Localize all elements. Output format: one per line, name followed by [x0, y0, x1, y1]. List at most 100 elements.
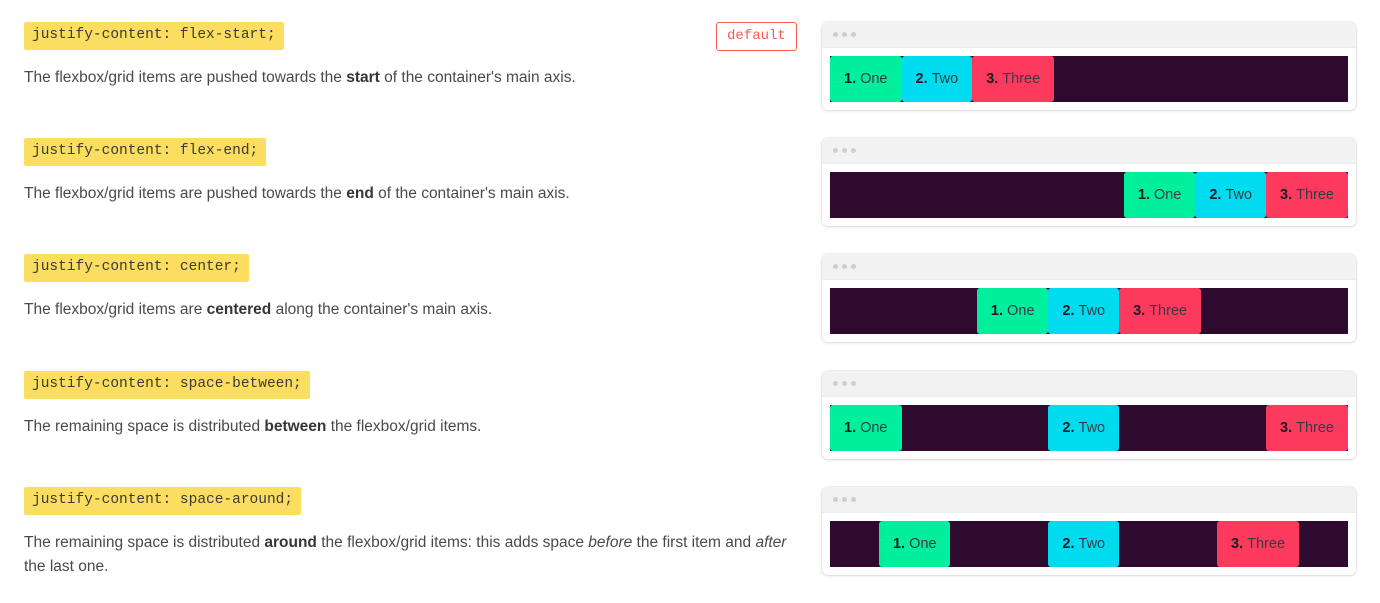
- flex-item-1: 1. One: [830, 56, 902, 102]
- panel-body: 1. One 2. Two 3. Three: [822, 164, 1356, 226]
- flex-container-space-between: 1. One 2. Two 3. Three: [830, 405, 1348, 451]
- description-fragment: of the container's main axis.: [373, 184, 570, 202]
- flex-item-number: 2.: [1062, 303, 1075, 319]
- section-text-column: justify-content: flex-start; default The f…: [0, 22, 800, 105]
- flex-item-number: 3.: [1133, 303, 1146, 319]
- flex-item-2: 2. Two: [1048, 405, 1120, 451]
- flex-item-number: 2.: [915, 71, 928, 87]
- description-fragment: between: [264, 417, 327, 435]
- justify-content-section-flex-start: justify-content: flex-start; default The f…: [0, 22, 1380, 110]
- window-dot-icon: [833, 264, 838, 269]
- flex-item-2: 2. Two: [1048, 288, 1120, 334]
- window-dot-icon: [833, 32, 838, 37]
- flex-item-number: 2.: [1062, 536, 1075, 552]
- flex-item-1: 1. One: [830, 405, 902, 451]
- panel-titlebar: [822, 254, 1356, 280]
- panel-body: 1. One 2. Two 3. Three: [822, 280, 1356, 342]
- window-dot-icon: [851, 148, 856, 153]
- description-fragment: centered: [206, 300, 272, 318]
- flex-item-number: 3.: [1280, 187, 1293, 203]
- flex-container-flex-end: 1. One 2. Two 3. Three: [830, 172, 1348, 218]
- code-snippet-space-between: justify-content: space-between;: [24, 371, 310, 399]
- window-dot-icon: [833, 381, 838, 386]
- description-fragment: the first item and: [632, 533, 756, 551]
- demo-panel: 1. One 2. Two 3. Three: [822, 487, 1356, 575]
- description-fragment: The flexbox/grid items are: [24, 300, 207, 318]
- section-text-column: justify-content: center; The flexbox/grid…: [0, 254, 800, 337]
- flex-item-1: 1. One: [878, 521, 951, 567]
- description-fragment: of the container's main axis.: [379, 68, 576, 86]
- description-fragment: around: [264, 533, 317, 551]
- section-text-column: justify-content: space-between; The remai…: [0, 371, 800, 454]
- flex-item-number: 1.: [844, 71, 857, 87]
- flex-item-1: 1. One: [976, 288, 1049, 334]
- flex-item-number: 2.: [1209, 187, 1222, 203]
- flex-item-label: Three: [1296, 420, 1334, 436]
- flex-item-2: 2. Two: [901, 56, 973, 102]
- description-fragment: end: [346, 184, 374, 202]
- flex-item-1: 1. One: [1123, 172, 1196, 218]
- panel-titlebar: [822, 487, 1356, 513]
- demo-panel-wrapper-center: 1. One 2. Two 3. Three: [822, 254, 1356, 342]
- section-description-space-between: The remaining space is distributed betwe…: [24, 415, 790, 439]
- window-dot-icon: [842, 148, 847, 153]
- section-description-center: The flexbox/grid items are centered alon…: [24, 298, 790, 322]
- description-fragment: along the container's main axis.: [271, 300, 493, 318]
- justify-content-section-center: justify-content: center; The flexbox/grid…: [0, 254, 1380, 342]
- window-dot-icon: [842, 497, 847, 502]
- section-description-flex-end: The flexbox/grid items are pushed toward…: [24, 182, 790, 206]
- flex-item-label: Two: [931, 71, 959, 87]
- window-dot-icon: [833, 497, 838, 502]
- window-dot-icon: [851, 264, 856, 269]
- flex-container-flex-start: 1. One 2. Two 3. Three: [830, 56, 1348, 102]
- flex-item-number: 2.: [1062, 420, 1075, 436]
- flex-item-2: 2. Two: [1195, 172, 1267, 218]
- window-dot-icon: [842, 381, 847, 386]
- demo-panel: 1. One 2. Two 3. Three: [822, 138, 1356, 226]
- flex-item-label: One: [860, 71, 888, 87]
- justify-content-section-space-around: justify-content: space-around; The remain…: [0, 487, 1380, 594]
- flex-item-number: 1.: [892, 536, 906, 552]
- description-fragment: The flexbox/grid items are pushed toward…: [24, 184, 347, 202]
- flex-item-label: One: [860, 420, 888, 436]
- demo-panel: 1. One 2. Two 3. Three: [822, 22, 1356, 110]
- flex-item-label: Three: [1296, 187, 1334, 203]
- flex-item-3: 3. Three: [1266, 172, 1348, 218]
- section-text-column: justify-content: flex-end; The flexbox/gr…: [0, 138, 800, 221]
- description-fragment: the flexbox/grid items.: [326, 417, 482, 435]
- window-dot-icon: [851, 32, 856, 37]
- description-fragment: the last one.: [24, 557, 109, 575]
- justify-content-section-flex-end: justify-content: flex-end; The flexbox/gr…: [0, 138, 1380, 226]
- demo-panel: 1. One 2. Two 3. Three: [822, 254, 1356, 342]
- description-fragment: The flexbox/grid items are pushed toward…: [24, 68, 347, 86]
- panel-titlebar: [822, 22, 1356, 48]
- flex-container-center: 1. One 2. Two 3. Three: [830, 288, 1348, 334]
- flex-item-label: Two: [1225, 187, 1253, 203]
- flex-item-3: 3. Three: [1266, 405, 1348, 451]
- description-fragment: the flexbox/grid items: this adds space: [316, 533, 589, 551]
- window-dot-icon: [842, 32, 847, 37]
- flex-item-2: 2. Two: [1048, 521, 1120, 567]
- flex-item-label: One: [1153, 187, 1182, 203]
- flex-item-3: 3. Three: [1217, 521, 1300, 567]
- flex-item-label: One: [1007, 303, 1035, 319]
- description-fragment: start: [346, 68, 380, 86]
- flex-item-label: Three: [1247, 536, 1286, 552]
- flex-item-number: 3.: [1280, 420, 1293, 436]
- flex-item-3: 3. Three: [1119, 288, 1202, 334]
- flex-item-label: Two: [1078, 420, 1106, 436]
- flex-item-label: Three: [1002, 71, 1041, 87]
- default-badge: default: [716, 22, 797, 51]
- description-fragment: The remaining space is distributed: [24, 417, 265, 435]
- code-snippet-center: justify-content: center;: [24, 254, 249, 282]
- demo-panel-wrapper-space-between: 1. One 2. Two 3. Three: [822, 371, 1356, 459]
- flex-container-space-around: 1. One 2. Two 3. Three: [830, 521, 1348, 567]
- flex-item-number: 1.: [1137, 187, 1150, 203]
- flex-item-number: 3.: [1231, 536, 1244, 552]
- description-fragment: before: [588, 533, 633, 551]
- panel-body: 1. One 2. Two 3. Three: [822, 48, 1356, 110]
- flex-item-label: Two: [1078, 536, 1106, 552]
- justify-content-section-space-between: justify-content: space-between; The remai…: [0, 371, 1380, 459]
- section-description-flex-start: The flexbox/grid items are pushed toward…: [24, 66, 790, 90]
- panel-titlebar: [822, 138, 1356, 164]
